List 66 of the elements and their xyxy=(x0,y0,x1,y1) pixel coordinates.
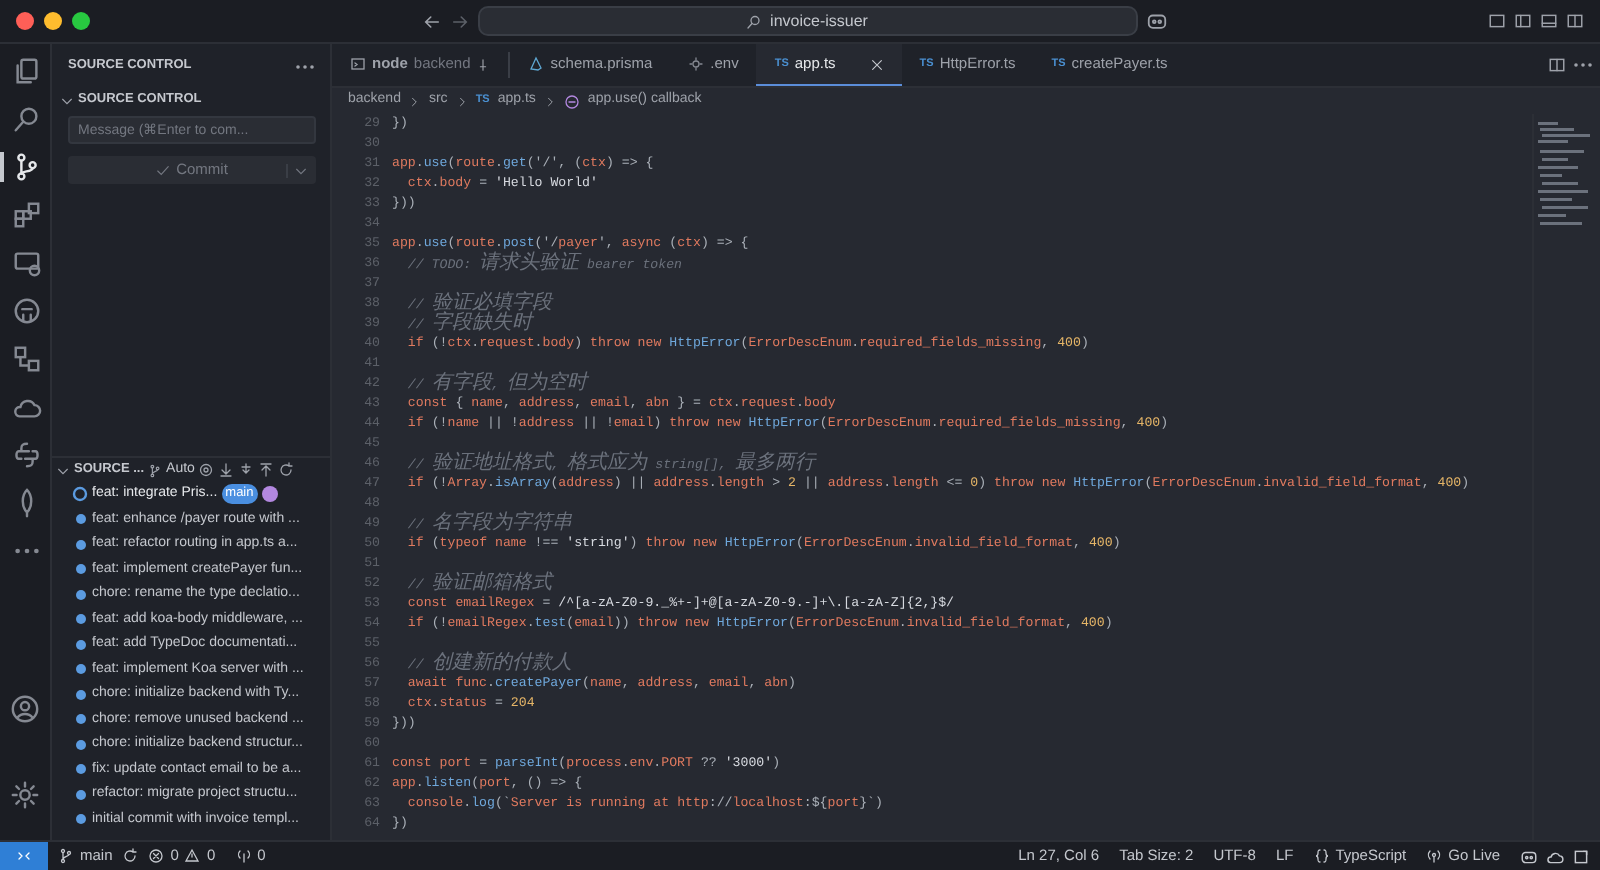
monitor-icon[interactable] xyxy=(12,248,42,278)
branch-icon xyxy=(58,848,74,864)
copilot-icon[interactable] xyxy=(1520,847,1538,865)
commit-node-icon xyxy=(75,539,85,550)
chevron-icon xyxy=(543,95,556,107)
command-search-field[interactable]: invoice-issuer xyxy=(477,6,1137,36)
fetch-icon[interactable] xyxy=(218,462,235,478)
pin-icon xyxy=(476,57,491,71)
commit-node-icon xyxy=(75,689,85,700)
terminal-icon xyxy=(350,56,366,72)
avatar-icon xyxy=(261,486,278,503)
function-icon xyxy=(563,93,580,109)
sync-icon[interactable] xyxy=(122,848,139,864)
braces-icon xyxy=(1313,848,1330,864)
settings-icon[interactable] xyxy=(10,780,40,810)
close-icon[interactable] xyxy=(869,57,884,71)
commit-node-icon xyxy=(75,764,85,775)
commit-node-icon xyxy=(75,789,85,800)
error-icon xyxy=(148,848,165,864)
chevron-icon[interactable] xyxy=(56,463,70,477)
split-layout-icon[interactable] xyxy=(1566,12,1584,30)
notifications-icon[interactable] xyxy=(1572,847,1590,865)
target-icon[interactable] xyxy=(198,462,215,478)
more-icon[interactable] xyxy=(296,63,314,69)
chevron-icon[interactable] xyxy=(60,93,74,107)
files-icon[interactable] xyxy=(12,56,42,86)
extensions-icon[interactable] xyxy=(12,200,42,230)
triangle-icon xyxy=(528,56,545,72)
blocks-icon[interactable] xyxy=(12,344,42,374)
cloud-icon[interactable] xyxy=(1546,847,1564,865)
panel-icon[interactable] xyxy=(1540,12,1558,30)
commit-node-icon xyxy=(75,614,85,625)
search-icon xyxy=(746,13,763,29)
warning-icon xyxy=(184,848,201,864)
gear-icon xyxy=(688,56,705,72)
search-icon[interactable] xyxy=(12,104,42,134)
commit-node-icon xyxy=(75,739,85,750)
copilot-icon[interactable] xyxy=(1145,10,1167,32)
back-arrow-icon[interactable] xyxy=(421,11,441,31)
antenna-icon xyxy=(235,848,252,864)
commit-node-icon xyxy=(75,514,85,525)
branch-icon xyxy=(148,463,163,477)
remote-button[interactable] xyxy=(0,841,48,870)
check-icon xyxy=(156,163,171,177)
refresh-icon[interactable] xyxy=(278,462,295,478)
pull-icon[interactable] xyxy=(238,462,255,478)
commit-node-icon xyxy=(75,564,85,575)
sidebar-icon[interactable] xyxy=(1514,12,1532,30)
commit-node-icon xyxy=(75,639,85,650)
radio-tower-icon xyxy=(1426,848,1443,864)
head-commit-node-icon xyxy=(72,486,88,503)
more-icon[interactable] xyxy=(1574,62,1592,68)
forward-arrow-icon[interactable] xyxy=(449,11,469,31)
branch-graph-icon[interactable] xyxy=(12,152,42,182)
commit-node-icon xyxy=(75,814,85,825)
remote-icon xyxy=(16,848,32,864)
chevron-icon xyxy=(455,95,468,107)
commit-node-icon xyxy=(75,714,85,725)
layout-icon[interactable] xyxy=(1488,12,1506,30)
commit-node-icon xyxy=(75,589,85,600)
account-icon[interactable] xyxy=(10,694,40,724)
push-icon[interactable] xyxy=(258,462,275,478)
split-editor-icon[interactable] xyxy=(1548,56,1566,74)
commit-node-icon xyxy=(75,664,85,675)
chevron-icon xyxy=(408,95,421,107)
caret-icon[interactable] xyxy=(294,163,308,177)
